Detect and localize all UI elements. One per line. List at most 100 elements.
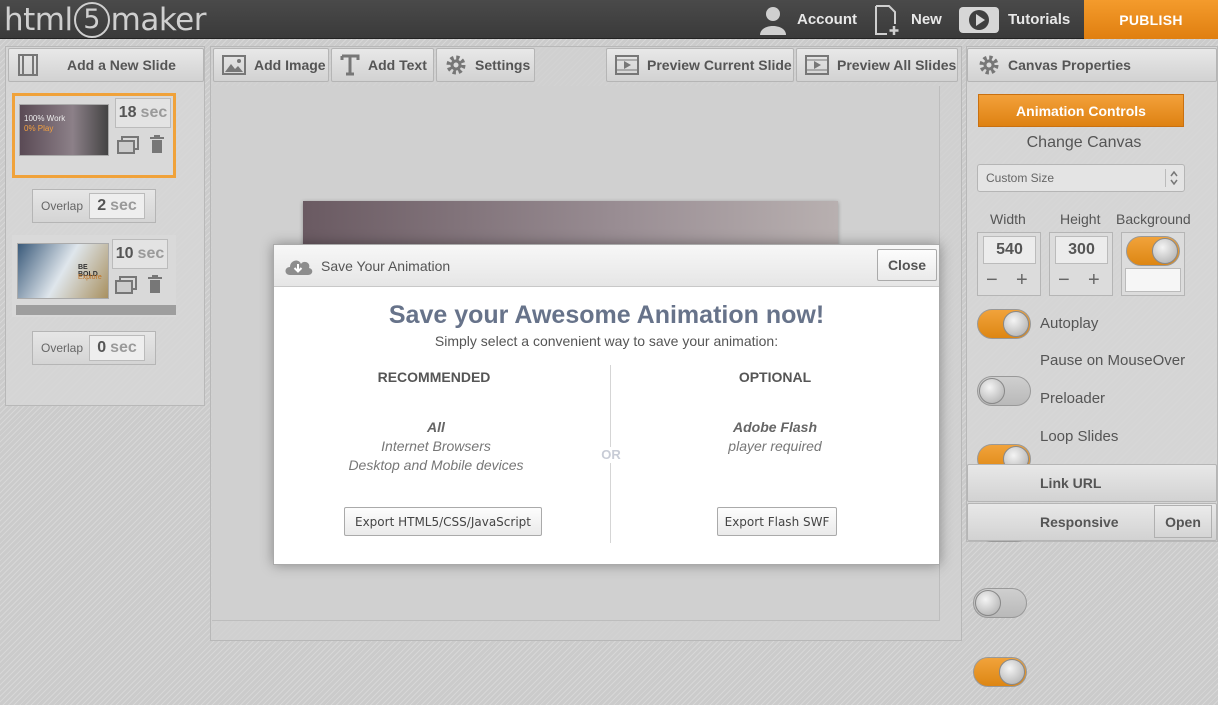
gear-icon <box>979 55 999 75</box>
toggle-knob <box>1003 311 1029 337</box>
logo-text-left: html <box>4 1 73 38</box>
overlap-control-1: Overlap 2 sec <box>32 189 156 223</box>
slide-progress-bar <box>16 305 176 315</box>
pause-on-mouseover-label: Pause on MouseOver <box>1040 352 1186 369</box>
background-color-swatch[interactable] <box>1125 268 1181 292</box>
width-increment-button[interactable]: + <box>1016 269 1028 292</box>
film-play-icon <box>615 55 639 75</box>
dialog-header: Save Your Animation Close <box>274 245 939 287</box>
thumbnail-text: 0% Play <box>24 124 54 133</box>
responsive-toggle[interactable] <box>973 657 1027 687</box>
slide-duration[interactable]: 18 sec <box>115 98 171 128</box>
duration-unit: sec <box>137 245 165 262</box>
slide-thumbnail[interactable]: 100% Work 0% Play <box>19 104 109 156</box>
preview-all-slides-button[interactable]: Preview All Slides <box>796 48 958 82</box>
slide-thumbnail[interactable]: BE BOLD Explore <box>17 243 109 299</box>
close-button[interactable]: Close <box>877 249 937 281</box>
width-input[interactable]: 540 <box>983 236 1036 264</box>
dialog-title: Save Your Animation <box>321 258 451 274</box>
publish-button[interactable]: PUBLISH <box>1084 0 1218 39</box>
autoplay-toggle[interactable] <box>977 309 1031 339</box>
text-icon <box>340 54 360 76</box>
overlap-value: 2 <box>97 197 107 214</box>
tutorials-button[interactable]: Tutorials <box>958 0 1070 39</box>
canvas-size-value: Custom Size <box>986 171 1055 185</box>
publish-label: PUBLISH <box>1119 11 1183 28</box>
overlap-label: Overlap <box>41 341 84 355</box>
play-icon <box>959 6 999 33</box>
open-button[interactable]: Open <box>1154 505 1212 538</box>
overlap-unit: sec <box>110 339 137 356</box>
tutorials-label: Tutorials <box>1008 11 1071 28</box>
add-image-button[interactable]: Add Image <box>213 48 329 82</box>
loop-slides-label: Loop Slides <box>1040 428 1119 445</box>
overlap-value: 0 <box>97 339 107 356</box>
slide-item-1[interactable]: 100% Work 0% Play 18 sec <box>12 93 176 178</box>
height-increment-button[interactable]: + <box>1088 269 1100 292</box>
recommended-label: RECOMMENDED <box>377 369 491 385</box>
image-icon <box>222 55 246 75</box>
link-url-toggle[interactable] <box>973 588 1027 618</box>
film-strip-icon <box>18 54 38 76</box>
responsive-label: Responsive <box>1040 514 1119 530</box>
background-toggle[interactable] <box>1126 236 1180 266</box>
gear-icon <box>446 55 466 75</box>
image-icon[interactable] <box>117 136 139 154</box>
logo-number: 5 <box>73 1 110 38</box>
toggle-knob <box>1152 238 1178 264</box>
height-control: 300 − + <box>1049 232 1113 296</box>
width-control: 540 − + <box>977 232 1041 296</box>
new-button[interactable]: New <box>873 0 942 39</box>
logo[interactable]: html 5 maker <box>4 0 206 39</box>
add-image-label: Add Image <box>254 57 326 73</box>
image-icon[interactable] <box>115 276 137 294</box>
change-canvas-label: Change Canvas <box>1026 134 1142 151</box>
background-control <box>1121 232 1185 296</box>
width-label: Width <box>990 211 1026 227</box>
trash-icon[interactable] <box>147 275 163 293</box>
new-document-icon <box>875 4 899 35</box>
pause-on-mouseover-toggle[interactable] <box>977 376 1031 406</box>
preloader-label: Preloader <box>1040 390 1106 407</box>
optional-line2: player required <box>728 438 822 454</box>
select-divider <box>1165 169 1166 187</box>
overlap-input[interactable]: 2 sec <box>89 193 146 219</box>
trash-icon[interactable] <box>149 135 165 153</box>
save-animation-dialog: Save Your Animation Close Save your Awes… <box>273 244 940 565</box>
autoplay-label: Autoplay <box>1040 315 1099 332</box>
preview-all-label: Preview All Slides <box>837 57 957 73</box>
canvas-size-select[interactable]: Custom Size <box>977 164 1185 192</box>
add-new-slide-button[interactable]: Add a New Slide <box>8 48 204 82</box>
settings-button[interactable]: Settings <box>436 48 535 82</box>
cloud-download-icon <box>285 260 313 275</box>
height-decrement-button[interactable]: − <box>1058 269 1070 292</box>
export-flash-button[interactable]: Export Flash SWF <box>717 507 837 536</box>
settings-label: Settings <box>475 57 531 73</box>
thumbnail-text: Explore <box>78 274 102 281</box>
overlap-input[interactable]: 0 sec <box>89 335 146 361</box>
toggle-knob <box>979 378 1005 404</box>
background-label: Background <box>1116 211 1191 227</box>
link-url-label: Link URL <box>1040 475 1102 491</box>
slide-item-2[interactable]: BE BOLD Explore 10 sec <box>12 235 176 317</box>
app-header: html 5 maker Account New Tutorials PUBLI… <box>0 0 1218 39</box>
thumbnail-text: 100% Work <box>24 114 66 123</box>
animation-controls-label: Animation Controls <box>1016 102 1146 119</box>
slide-duration[interactable]: 10 sec <box>112 239 168 269</box>
height-label: Height <box>1060 211 1101 227</box>
height-input[interactable]: 300 <box>1055 236 1108 264</box>
toggle-knob <box>975 590 1001 616</box>
preview-current-slide-button[interactable]: Preview Current Slide <box>606 48 794 82</box>
width-decrement-button[interactable]: − <box>986 269 998 292</box>
optional-label: OPTIONAL <box>738 369 812 385</box>
canvas-properties-header: Canvas Properties <box>967 48 1217 82</box>
canvas-properties-title: Canvas Properties <box>1008 57 1131 73</box>
account-button[interactable]: Account <box>757 0 857 39</box>
export-html5-button[interactable]: Export HTML5/CSS/JavaScript <box>344 507 542 536</box>
duration-value: 10 <box>115 245 134 262</box>
recommended-line1: All <box>427 419 445 435</box>
animation-controls-button[interactable]: Animation Controls <box>978 94 1184 127</box>
add-text-button[interactable]: Add Text <box>331 48 434 82</box>
overlap-unit: sec <box>110 197 137 214</box>
overlap-control-2: Overlap 0 sec <box>32 331 156 365</box>
